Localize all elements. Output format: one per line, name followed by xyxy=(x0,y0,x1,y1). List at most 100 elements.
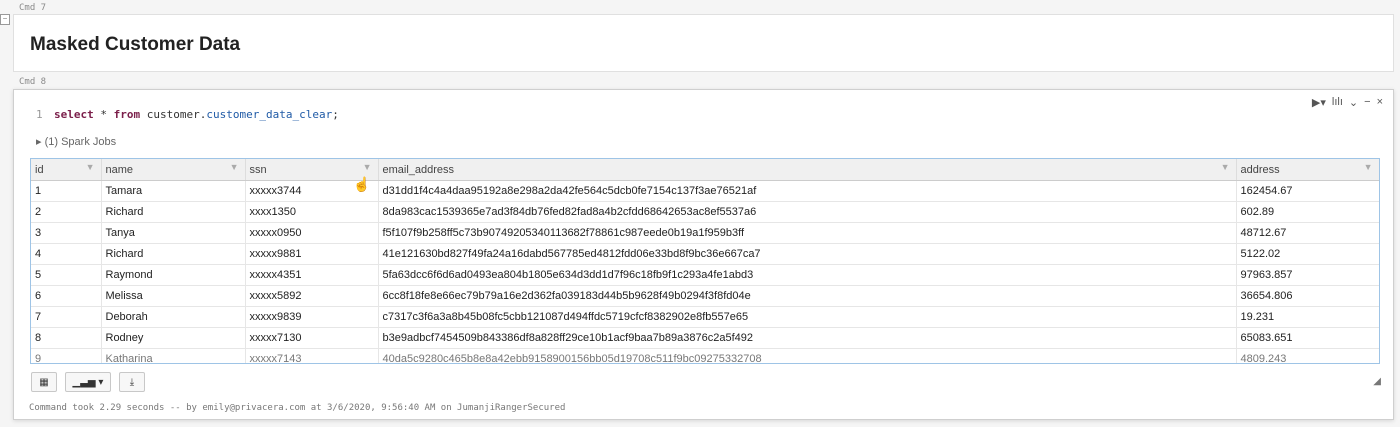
table-row[interactable]: 6 Melissa xxxxx5892 6cc8f18fe8e66ec79b79a16… xyxy=(31,285,1379,307)
table-view-button[interactable]: ▦ xyxy=(31,372,57,392)
table-cell-email-address: c7317c3f6a3a8b45b08fc5cbb121087d494ffdc5… xyxy=(378,306,1237,328)
table-cell-email-address: b3e9adbcf7454509b843386df8a828ff29ce10b1… xyxy=(378,327,1237,349)
line-number: 1 xyxy=(36,108,43,121)
table-cell-ssn: xxxxx5892 xyxy=(245,285,379,307)
table-header-row: id ▼ name ▼ ssn ▼ email_address ▼ address ▼ xyxy=(31,159,1379,181)
column-header-name[interactable]: name ▼ xyxy=(101,159,246,181)
table-cell-name: Tamara xyxy=(101,180,246,202)
table-cell-address: 162454.67 xyxy=(1236,180,1379,202)
table-cell-address: 19.231 xyxy=(1236,306,1379,328)
table-row[interactable]: 5 Raymond xxxxx4351 5fa63dcc6f6d6ad0493ea80… xyxy=(31,264,1379,286)
table-row[interactable]: 1 Tamara xxxxx3744 d31dd1f4c4a4daa95192a8e2… xyxy=(31,180,1379,202)
table-row[interactable]: 8 Rodney xxxxx7130 b3e9adbcf7454509b843386d… xyxy=(31,327,1379,349)
table-cell-id: 2 xyxy=(31,201,102,223)
close-icon[interactable]: × xyxy=(1377,96,1383,109)
table-cell-address: 65083.651 xyxy=(1236,327,1379,349)
sql-code[interactable]: select * from customer.customer_data_cle… xyxy=(54,108,339,121)
command-status: Command took 2.29 seconds -- by emily@pr… xyxy=(29,403,566,413)
table-cell-id: 7 xyxy=(31,306,102,328)
sql-star: * xyxy=(93,108,114,121)
table-cell-ssn: xxxxx7130 xyxy=(245,327,379,349)
run-cell-icon[interactable]: ▶▾ xyxy=(1312,96,1326,109)
sql-terminator: ; xyxy=(332,108,339,121)
markdown-cell: Masked Customer Data xyxy=(13,14,1394,72)
column-header-address[interactable]: address ▼ xyxy=(1236,159,1379,181)
code-cell: ▶▾ lılı ⌄ − × 1 select * from customer.c… xyxy=(13,89,1394,420)
column-header-label: ssn xyxy=(249,163,267,176)
table-cell-name: Melissa xyxy=(101,285,246,307)
table-cell-email-address: 6cc8f18fe8e66ec79b79a16e2d362fa039183d44… xyxy=(378,285,1237,307)
download-button[interactable]: ⤓ xyxy=(119,372,145,392)
table-cell-email-address: d31dd1f4c4a4daa95192a8e298a2da42fe564c5d… xyxy=(378,180,1237,202)
table-cell-id: 4 xyxy=(31,243,102,265)
cell-toolbar: ▶▾ lılı ⌄ − × xyxy=(1312,96,1383,109)
table-cell-ssn: xxxxx9839 xyxy=(245,306,379,328)
results-table: id ▼ name ▼ ssn ▼ email_address ▼ address ▼ 1 Tama… xyxy=(30,158,1380,364)
sql-table-name: customer_data_clear xyxy=(206,108,333,121)
table-cell-email-address: 5fa63dcc6f6d6ad0493ea804b1805e634d3dd1d7… xyxy=(378,264,1237,286)
sort-icon[interactable]: ▼ xyxy=(1221,162,1230,172)
chart-view-button[interactable]: ▁▃▅ ▾ xyxy=(65,372,111,392)
result-toolbar: ▦ ▁▃▅ ▾ ⤓ xyxy=(31,372,145,392)
expand-icon[interactable]: ⌄ xyxy=(1349,96,1358,109)
table-cell-name: Tanya xyxy=(101,222,246,244)
table-cell-id: 1 xyxy=(31,180,102,202)
column-header-email-address[interactable]: email_address ▼ xyxy=(378,159,1237,181)
chevron-down-icon: ▾ xyxy=(98,376,104,388)
column-header-id[interactable]: id ▼ xyxy=(31,159,102,181)
sort-icon[interactable]: ▼ xyxy=(1364,162,1373,172)
table-row[interactable]: 2 Richard xxxx1350 8da983cac1539365e7ad3f84… xyxy=(31,201,1379,223)
table-cell-address: 48712.67 xyxy=(1236,222,1379,244)
table-cell-address: 97963.857 xyxy=(1236,264,1379,286)
sql-keyword-select: select xyxy=(54,108,94,121)
table-cell-ssn: xxxxx9881 xyxy=(245,243,379,265)
table-cell-name: Rodney xyxy=(101,327,246,349)
table-cell-email-address: 40da5c9280c465b8e8a42ebb9158900156bb05d1… xyxy=(378,348,1237,363)
sort-icon[interactable]: ▼ xyxy=(363,162,372,172)
markdown-title: Masked Customer Data xyxy=(30,34,241,55)
table-row[interactable]: 3 Tanya xxxxx0950 f5f107f9b258ff5c73b907492… xyxy=(31,222,1379,244)
spark-jobs-toggle[interactable]: ▸ (1) Spark Jobs xyxy=(36,135,116,148)
sort-icon[interactable]: ▼ xyxy=(86,162,95,172)
table-cell-email-address: 8da983cac1539365e7ad3f84db76fed82fad8a4b… xyxy=(378,201,1237,223)
table-cell-id: 6 xyxy=(31,285,102,307)
table-cell-name: Deborah xyxy=(101,306,246,328)
table-row[interactable]: 9 Katharina xxxxx7143 40da5c9280c465b8e8a42… xyxy=(31,348,1379,363)
table-cell-name: Richard xyxy=(101,243,246,265)
table-cell-email-address: f5f107f9b258ff5c73b9074920534011368​2f78… xyxy=(378,222,1237,244)
table-row[interactable]: 7 Deborah xxxxx9839 c7317c3f6a3a8b45b08fc5c… xyxy=(31,306,1379,328)
table-cell-name: Raymond xyxy=(101,264,246,286)
sort-icon[interactable]: ▼ xyxy=(230,162,239,172)
resize-handle-icon[interactable]: ◢ xyxy=(1373,376,1381,387)
table-row[interactable]: 4 Richard xxxxx9881 41e121630bd827f49fa24a1… xyxy=(31,243,1379,265)
table-cell-name: Richard xyxy=(101,201,246,223)
cmd-8-label: Cmd 8 xyxy=(19,77,47,87)
bar-chart-icon: ▁▃▅ xyxy=(72,376,96,388)
table-cell-ssn: xxxxx0950 xyxy=(245,222,379,244)
code-editor[interactable]: 1 select * from customer.customer_data_c… xyxy=(28,100,1268,126)
minimize-icon[interactable]: − xyxy=(1364,96,1370,109)
hand-cursor-icon: ☝ xyxy=(353,176,371,192)
table-cell-name: Katharina xyxy=(101,348,246,363)
column-header-label: email_address xyxy=(382,163,455,176)
collapse-toggle-icon[interactable]: − xyxy=(0,14,10,25)
table-cell-ssn: xxxxx7143 xyxy=(245,348,379,363)
table-cell-id: 8 xyxy=(31,327,102,349)
table-icon: ▦ xyxy=(39,376,49,388)
table-cell-id: 9 xyxy=(31,348,102,363)
table-cell-ssn: xxxxx4351 xyxy=(245,264,379,286)
column-header-label: name xyxy=(105,163,134,176)
table-body: 1 Tamara xxxxx3744 d31dd1f4c4a4daa95192a8e2… xyxy=(31,180,1379,363)
table-cell-address: 36654.806 xyxy=(1236,285,1379,307)
chart-options-icon[interactable]: lılı xyxy=(1332,96,1343,109)
column-header-label: address xyxy=(1240,163,1280,176)
table-cell-ssn: xxxx1350 xyxy=(245,201,379,223)
cmd-7-label: Cmd 7 xyxy=(19,3,47,13)
table-cell-address: 4809.243 xyxy=(1236,348,1379,363)
download-icon: ⤓ xyxy=(129,376,135,388)
table-cell-id: 5 xyxy=(31,264,102,286)
table-cell-id: 3 xyxy=(31,222,102,244)
table-cell-email-address: 41e121630bd827f49fa24a16dabd567785ed4812… xyxy=(378,243,1237,265)
sql-keyword-from: from xyxy=(113,108,141,121)
sql-schema: customer. xyxy=(140,108,207,121)
